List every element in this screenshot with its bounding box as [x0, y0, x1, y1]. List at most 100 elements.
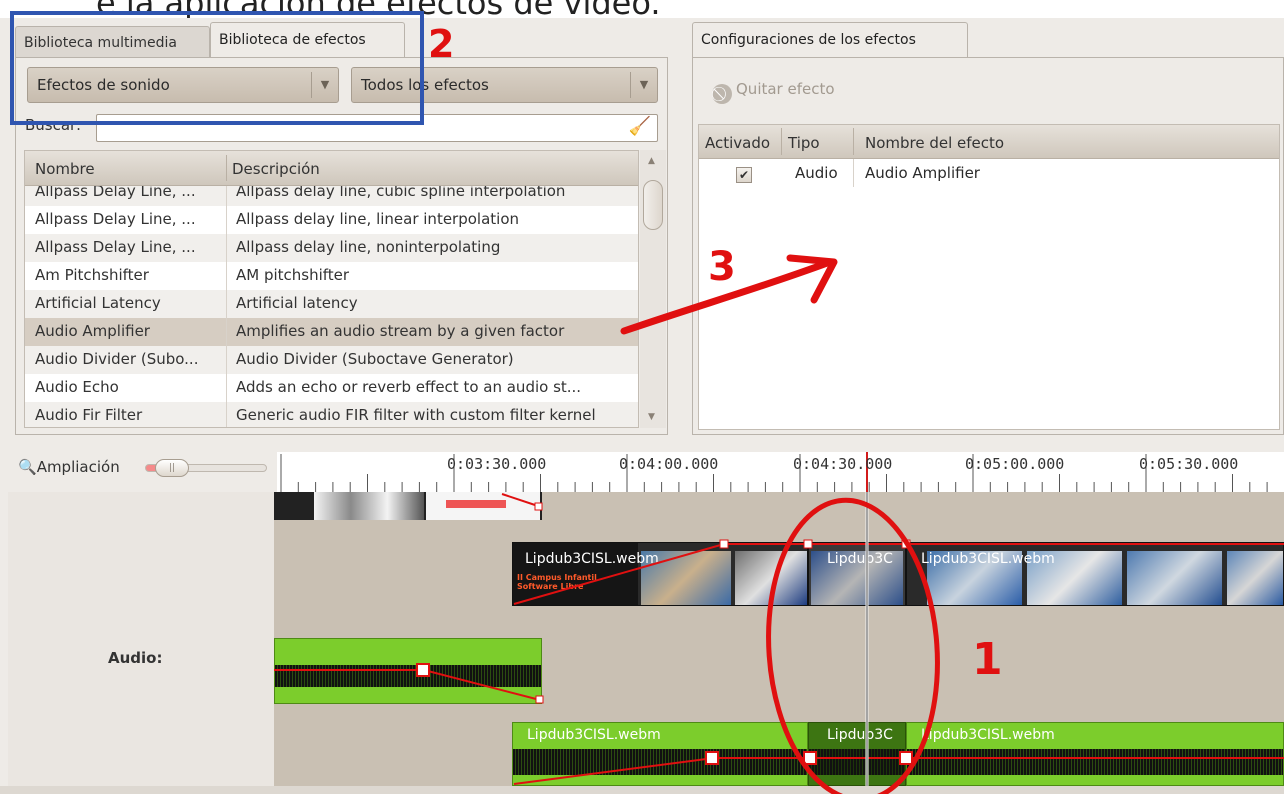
column-header-effect-name[interactable]: Nombre del efecto — [865, 134, 1004, 152]
cell-divider — [853, 159, 854, 187]
chevron-down-icon: ▼ — [311, 72, 338, 98]
tab-effects-library[interactable]: Biblioteca de efectos — [210, 22, 405, 58]
clear-broom-icon[interactable]: 🧹 — [629, 116, 651, 137]
keyframe-point[interactable] — [803, 751, 817, 765]
effect-description-cell: Generic audio FIR filter with custom fil… — [236, 406, 596, 424]
effect-description-cell: Allpass delay line, noninterpolating — [236, 238, 501, 256]
tab-effect-settings-label: Configuraciones de los efectos — [701, 32, 916, 48]
header-divider — [853, 128, 854, 155]
annotation-number-2: 2 — [428, 22, 455, 66]
ruler-label: 0:05:00.000 — [965, 455, 1065, 473]
column-header-active[interactable]: Activado — [705, 134, 770, 152]
keyframe-point[interactable] — [901, 539, 911, 549]
effect-name-cell: Am Pitchshifter — [35, 266, 149, 284]
cell-divider — [226, 290, 227, 318]
effects-list-scrollbar[interactable]: ▲ ▼ — [640, 150, 666, 428]
effect-name-cell: Allpass Delay Line, ... — [35, 238, 196, 256]
effect-name-cell: Audio Divider (Subo... — [35, 350, 199, 368]
effects-list-body: Allpass Delay Line, ... Allpass delay lin… — [25, 178, 638, 427]
cell-divider — [226, 234, 227, 262]
effect-description-cell: Audio Divider (Suboctave Generator) — [236, 350, 514, 368]
effects-list-header: Nombre Descripción — [25, 151, 638, 186]
annotation-number-1: 1 — [972, 634, 1003, 685]
keyframe-point[interactable] — [535, 695, 544, 704]
cell-divider — [226, 206, 227, 234]
column-header-name[interactable]: Nombre — [35, 160, 95, 178]
zoom-label-text: Ampliación — [36, 458, 120, 476]
keyframe-point[interactable] — [899, 751, 913, 765]
list-item[interactable]: Allpass Delay Line, ... Allpass delay lin… — [25, 234, 638, 262]
zoom-icon: 🔍 — [18, 458, 37, 476]
scroll-thumb[interactable] — [643, 180, 663, 230]
timeline-tracks[interactable]: II Campus Infantil Software Libre Lipdub… — [274, 492, 1284, 786]
keyframe-overlay — [274, 492, 1284, 786]
zoom-control-label: 🔍Ampliación — [18, 458, 120, 476]
list-item[interactable]: Am Pitchshifter AM pitchshifter — [25, 262, 638, 290]
list-item[interactable]: Artificial Latency Artificial latency — [25, 290, 638, 318]
effect-name-cell: Audio Amplifier — [35, 322, 150, 340]
applied-effects-header: Activado Tipo Nombre del efecto — [699, 125, 1279, 159]
category-combo-value: Efectos de sonido — [37, 76, 170, 94]
cell-divider — [226, 402, 227, 427]
list-item[interactable]: Audio Amplifier Amplifies an audio stream… — [25, 318, 638, 346]
keyframe-point[interactable] — [705, 751, 719, 765]
track-headers — [8, 492, 274, 786]
slide-header-text: e la aplicación de efectos de vídeo. — [96, 0, 661, 20]
search-label: Buscar: — [25, 116, 82, 134]
tab-effects-library-label: Biblioteca de efectos — [219, 32, 366, 48]
annotation-number-3: 3 — [708, 244, 736, 290]
keyframe-point[interactable] — [803, 539, 813, 549]
search-input[interactable]: 🧹 — [96, 114, 658, 142]
effect-active-checkbox[interactable]: ✔ — [736, 167, 752, 183]
effect-description-cell: AM pitchshifter — [236, 266, 350, 284]
column-header-description[interactable]: Descripción — [232, 160, 320, 178]
keyframe-curve — [274, 669, 541, 701]
effect-type: Audio — [795, 164, 838, 182]
effect-name-cell: Artificial Latency — [35, 294, 161, 312]
slide-header: e la aplicación de efectos de vídeo. — [0, 0, 1284, 20]
effect-description-cell: Allpass delay line, linear interpolation — [236, 210, 520, 228]
tab-media-library[interactable]: Biblioteca multimedia — [15, 26, 210, 58]
list-item[interactable]: Audio Fir Filter Generic audio FIR filter… — [25, 402, 638, 427]
timeline-ruler[interactable]: 0:03:30.000 0:04:00.000 0:04:30.000 0:05… — [277, 452, 1284, 493]
chevron-down-icon: ▼ — [630, 72, 657, 98]
keyframe-point[interactable] — [719, 539, 729, 549]
ruler-label: 0:04:00.000 — [619, 455, 719, 473]
horizontal-scrollbar[interactable] — [0, 786, 1284, 794]
ruler-label: 0:04:30.000 — [793, 455, 893, 473]
effect-description-cell: Artificial latency — [236, 294, 358, 312]
list-item[interactable]: Audio Divider (Subo... Audio Divider (Sub… — [25, 346, 638, 374]
filter-combo-value: Todos los efectos — [361, 76, 489, 94]
category-combo[interactable]: Efectos de sonido ▼ — [27, 67, 339, 103]
applied-effects-table: Activado Tipo Nombre del efecto ✔ Audio … — [698, 124, 1280, 430]
keyframe-curve — [513, 543, 1284, 605]
zoom-slider-knob[interactable]: || — [155, 459, 189, 477]
effect-description-cell: Adds an echo or reverb effect to an audi… — [236, 378, 582, 396]
cell-divider — [226, 346, 227, 374]
remove-icon: ⃠ — [712, 84, 732, 104]
remove-effect-button[interactable]: ⃠Quitar efecto — [712, 80, 835, 104]
effect-name-cell: Allpass Delay Line, ... — [35, 210, 196, 228]
header-divider — [781, 128, 782, 155]
header-divider — [226, 155, 227, 181]
scroll-up-icon[interactable]: ▲ — [648, 156, 655, 166]
effect-name-cell: Audio Fir Filter — [35, 406, 143, 424]
keyframe-point[interactable] — [534, 502, 543, 511]
cell-divider — [226, 374, 227, 402]
ruler-label: 0:03:30.000 — [447, 455, 547, 473]
list-item[interactable]: Audio Echo Adds an echo or reverb effect … — [25, 374, 638, 402]
effect-name: Audio Amplifier — [865, 164, 980, 182]
ruler-ticks — [280, 452, 1268, 492]
audio-track-label: Audio: — [108, 649, 163, 667]
keyframe-curve — [501, 493, 539, 507]
column-header-type[interactable]: Tipo — [788, 134, 820, 152]
keyframe-point[interactable] — [416, 663, 430, 677]
cell-divider — [226, 318, 227, 346]
remove-effect-label: Quitar efecto — [736, 80, 835, 98]
filter-combo[interactable]: Todos los efectos ▼ — [351, 67, 658, 103]
tab-effect-settings[interactable]: Configuraciones de los efectos — [692, 22, 968, 58]
effect-name-cell: Audio Echo — [35, 378, 119, 396]
list-item[interactable]: Allpass Delay Line, ... Allpass delay lin… — [25, 206, 638, 234]
ruler-label: 0:05:30.000 — [1139, 455, 1239, 473]
scroll-down-icon[interactable]: ▼ — [648, 412, 655, 422]
